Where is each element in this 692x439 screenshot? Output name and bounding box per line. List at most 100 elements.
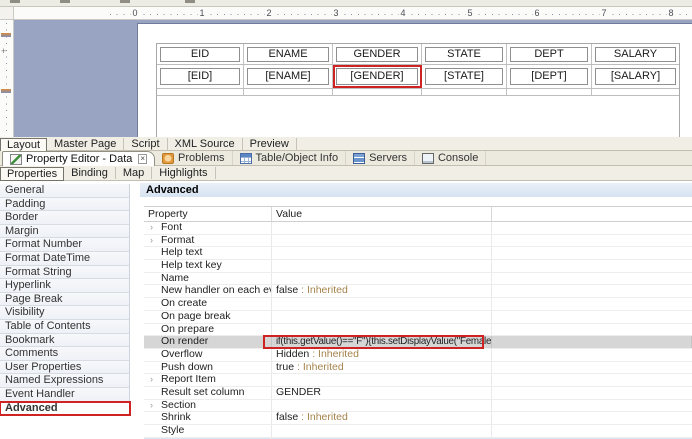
- property-value-cell[interactable]: if(this.getValue()=="F"){this.setDisplay…: [272, 336, 492, 348]
- property-row-name[interactable]: Name: [144, 272, 692, 286]
- view-tab-problems[interactable]: Problems: [155, 151, 233, 165]
- property-value-cell[interactable]: [272, 260, 492, 272]
- sidebar-item-format-string[interactable]: Format String: [0, 265, 130, 280]
- property-row-help-text-key[interactable]: Help text key: [144, 260, 692, 273]
- property-value-cell[interactable]: false : Inherited: [272, 412, 492, 424]
- sidebar-item-page-break[interactable]: Page Break: [0, 292, 130, 307]
- design-canvas[interactable]: EID ENAME GENDER STATE DEPT SALARY [EID] [ENAM…: [14, 20, 692, 137]
- expand-chevron-icon[interactable]: [150, 400, 153, 411]
- property-value-cell[interactable]: [272, 222, 492, 234]
- data-cell[interactable]: [DEPT]: [507, 65, 592, 88]
- sidebar-item-comments[interactable]: Comments: [0, 347, 130, 361]
- data-cell[interactable]: [ENAME]: [244, 65, 333, 88]
- close-icon[interactable]: [138, 154, 148, 164]
- property-row-section[interactable]: Section: [144, 399, 692, 413]
- sidebar-item-event-handler[interactable]: Event Handler: [0, 387, 130, 402]
- inherited-separator: :: [298, 412, 307, 424]
- spacer-cell: [157, 89, 244, 95]
- tab-xml-source[interactable]: XML Source: [168, 138, 243, 150]
- property-row-new-handler-on-each-event[interactable]: New handler on each eventfalse : Inherit…: [144, 285, 692, 299]
- property-value-cell[interactable]: [272, 399, 492, 412]
- property-name-cell: Font: [144, 222, 272, 234]
- column-header-cell[interactable]: STATE: [422, 44, 507, 64]
- sidebar-item-margin[interactable]: Margin: [0, 224, 130, 239]
- sidebar-item-format-number[interactable]: Format Number: [0, 238, 130, 252]
- property-row-on-create[interactable]: On create: [144, 298, 692, 311]
- sidebar-item-table-of-contents[interactable]: Table of Contents: [0, 319, 130, 334]
- tab-layout[interactable]: Layout: [0, 138, 48, 152]
- property-value-cell[interactable]: [272, 298, 492, 310]
- property-row-report-item[interactable]: Report Item: [144, 374, 692, 387]
- data-cell[interactable]: [SALARY]: [592, 65, 679, 88]
- view-tab-property-editor-data[interactable]: Property Editor - Data: [2, 151, 156, 166]
- data-cell[interactable]: [STATE]: [422, 65, 507, 88]
- ruler-number: 8: [666, 7, 676, 19]
- property-value-cell[interactable]: [272, 425, 492, 437]
- expand-chevron-icon[interactable]: [150, 235, 153, 246]
- property-row-on-prepare[interactable]: On prepare: [144, 323, 692, 337]
- column-header-cell[interactable]: ENAME: [244, 44, 333, 64]
- report-page[interactable]: EID ENAME GENDER STATE DEPT SALARY [EID] [ENAM…: [137, 23, 692, 137]
- toolbar-fragment: [120, 0, 130, 3]
- property-row-shrink[interactable]: Shrink false : Inherited: [144, 412, 692, 425]
- data-cell[interactable]: [EID]: [157, 65, 244, 88]
- tab-properties[interactable]: Properties: [0, 167, 65, 181]
- property-value-cell[interactable]: [272, 374, 492, 386]
- property-value-cell[interactable]: false : Inherited: [272, 285, 492, 298]
- move-handle-icon[interactable]: +: [1, 47, 6, 56]
- property-row-on-render[interactable]: On render if(this.getValue()=="F"){this.s…: [144, 335, 692, 350]
- property-row-font[interactable]: Font: [144, 222, 692, 235]
- sidebar-item-named-expressions[interactable]: Named Expressions: [0, 374, 130, 388]
- property-value-cell[interactable]: [272, 310, 492, 323]
- property-row-style[interactable]: Style: [144, 425, 692, 438]
- sidebar-item-border[interactable]: Border: [0, 211, 130, 225]
- servers-icon: [353, 152, 366, 164]
- column-header-cell[interactable]: DEPT: [507, 44, 592, 64]
- property-value-cell[interactable]: Hidden : Inherited: [272, 348, 492, 361]
- tab-preview[interactable]: Preview: [243, 138, 297, 150]
- property-row-overflow[interactable]: Overflow Hidden : Inherited: [144, 348, 692, 362]
- sidebar-item-general[interactable]: General: [0, 184, 130, 198]
- sidebar-item-advanced[interactable]: Advanced: [0, 400, 131, 417]
- sidebar-item-user-properties[interactable]: User Properties: [0, 360, 130, 375]
- tab-highlights[interactable]: Highlights: [152, 167, 216, 179]
- sidebar-item-visibility[interactable]: Visibility: [0, 306, 130, 320]
- property-row-result-set-column[interactable]: Result set column GENDER: [144, 386, 692, 400]
- property-value: true: [276, 361, 295, 373]
- sidebar-item-format-datetime[interactable]: Format DateTime: [0, 251, 130, 266]
- property-value-cell[interactable]: [272, 323, 492, 336]
- column-header-cell[interactable]: EID: [157, 44, 244, 64]
- view-tab-servers[interactable]: Servers: [346, 151, 415, 165]
- property-row-push-down[interactable]: Push down true : Inherited: [144, 361, 692, 375]
- sidebar-item-padding[interactable]: Padding: [0, 197, 130, 212]
- tab-script[interactable]: Script: [124, 138, 168, 150]
- property-value-cell[interactable]: GENDER: [272, 386, 492, 399]
- data-cell-highlighted[interactable]: [GENDER]: [333, 65, 422, 88]
- property-row-on-page-break[interactable]: On page break: [144, 310, 692, 324]
- column-header-cell[interactable]: SALARY: [592, 44, 679, 64]
- property-name: New handler on each event: [161, 285, 271, 297]
- property-row-format[interactable]: Format: [144, 234, 692, 248]
- expand-chevron-icon[interactable]: [150, 374, 153, 385]
- property-extra-cell: [492, 298, 692, 310]
- margin-marker-icon[interactable]: [1, 89, 11, 93]
- margin-marker-icon[interactable]: [1, 33, 11, 37]
- view-tab-table-object-info[interactable]: Table/Object Info: [233, 151, 347, 165]
- tab-map[interactable]: Map: [116, 167, 153, 179]
- property-value-cell[interactable]: [272, 247, 492, 260]
- report-table[interactable]: EID ENAME GENDER STATE DEPT SALARY [EID] [ENAM…: [156, 43, 680, 137]
- property-extra-cell: [492, 400, 692, 412]
- tab-master-page[interactable]: Master Page: [47, 138, 125, 150]
- view-tab-console[interactable]: Console: [415, 151, 487, 165]
- sidebar-item-bookmark[interactable]: Bookmark: [0, 333, 130, 348]
- property-value-cell[interactable]: true : Inherited: [272, 361, 492, 374]
- property-row-help-text[interactable]: Help text: [144, 247, 692, 261]
- property-value-cell[interactable]: [272, 234, 492, 247]
- sidebar-item-hyperlink[interactable]: Hyperlink: [0, 279, 130, 293]
- tab-binding[interactable]: Binding: [64, 167, 116, 179]
- expand-chevron-icon[interactable]: [150, 222, 153, 233]
- tab-label: Highlights: [159, 167, 208, 179]
- column-header-cell[interactable]: GENDER: [333, 44, 422, 64]
- property-value-cell[interactable]: [272, 272, 492, 285]
- property-extra-cell: [492, 412, 692, 424]
